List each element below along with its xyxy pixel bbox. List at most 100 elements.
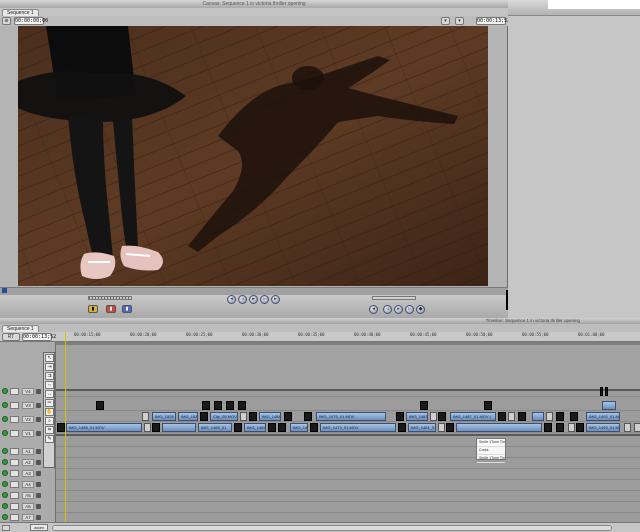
transition-marker[interactable] — [546, 412, 553, 421]
previous-edit-icon[interactable]: ◂ — [227, 295, 236, 304]
transition-marker[interactable] — [144, 423, 151, 432]
canvas-duration-timecode[interactable]: 00:00:00;00 — [14, 17, 48, 25]
lock-icon[interactable] — [36, 515, 41, 520]
clip-thumbnail[interactable] — [518, 412, 526, 421]
source-patch[interactable] — [10, 388, 19, 395]
lane-v2[interactable]: IMG_1526 IMG_1532 Clip_05.MOV IMG_1488 I… — [56, 411, 640, 422]
timeline-clip[interactable]: IMG_1487_01.MOV ( — [450, 412, 496, 421]
hand-tool-icon[interactable]: ✋ — [45, 408, 54, 416]
edit-select-tool-icon[interactable]: ⇥ — [45, 363, 54, 371]
timeline-playhead[interactable] — [65, 332, 66, 522]
lane-v1[interactable]: IMG_1468_01.MOV IMG_1465_01 IMG_1469 IMG… — [56, 422, 640, 433]
transition-marker[interactable] — [624, 423, 631, 432]
popup-item[interactable]: Smith 1Tone Thr. — [477, 439, 505, 447]
transition-marker[interactable] — [430, 412, 437, 421]
timeline-clip[interactable]: IMG_1481_01 — [408, 423, 436, 432]
lane-v3[interactable] — [56, 400, 640, 411]
lane-a6[interactable] — [56, 491, 640, 502]
lane-a5[interactable] — [56, 480, 640, 491]
timeline-clip[interactable]: IMG_1475_01.MOV — [316, 412, 386, 421]
clip-thumbnail[interactable] — [268, 423, 276, 432]
lock-icon[interactable] — [36, 460, 41, 465]
clip-thumbnail[interactable] — [556, 423, 564, 432]
canvas-playhead-icon[interactable] — [2, 288, 7, 293]
lane-a4[interactable] — [56, 469, 640, 480]
timeline-clip[interactable]: IMG_1469 — [244, 423, 266, 432]
canvas-video-frame[interactable] — [18, 26, 488, 286]
timeline-clip[interactable]: IMG_1465_01 — [198, 423, 232, 432]
canvas-view-icon[interactable]: ▾ — [441, 17, 450, 25]
transition-marker[interactable] — [568, 423, 575, 432]
track-visibility-icon[interactable] — [2, 430, 8, 436]
clip-thumbnail[interactable] — [310, 423, 318, 432]
play-icon[interactable]: ▸ — [249, 295, 258, 304]
track-audible-icon[interactable] — [2, 470, 8, 476]
lane-a3[interactable] — [56, 458, 640, 469]
canvas-current-timecode[interactable]: 00:00:13;52 — [476, 17, 510, 25]
timeline-clip[interactable]: Clip_05.MOV — [210, 412, 238, 421]
source-patch[interactable] — [10, 402, 19, 409]
clip-thumbnail[interactable] — [249, 412, 257, 421]
lane-a7[interactable] — [56, 502, 640, 513]
track-visibility-icon[interactable] — [2, 388, 8, 394]
lock-icon[interactable] — [36, 431, 41, 436]
clip-thumbnail[interactable] — [152, 423, 160, 432]
timeline-clip[interactable] — [532, 412, 544, 421]
lane-v4[interactable] — [56, 386, 640, 397]
transition-marker[interactable] — [634, 423, 640, 432]
clip-thumbnail[interactable] — [446, 423, 454, 432]
clip-thumbnail[interactable] — [278, 423, 286, 432]
clip-thumbnail[interactable] — [544, 423, 552, 432]
source-patch[interactable] — [10, 470, 19, 477]
timeline-clip[interactable]: IMG_1473_01.MOV — [320, 423, 396, 432]
popup-item[interactable]: Cross — [477, 447, 505, 455]
razor-icon[interactable]: ✂ — [45, 399, 54, 407]
timeline-clip[interactable]: IMG_1492_01.M — [586, 412, 620, 421]
transition-marker[interactable] — [240, 412, 247, 421]
lane-a1[interactable] — [56, 436, 640, 447]
popup-item[interactable]: Smith 1Tone Thr. — [477, 455, 505, 463]
timeline-current-timecode[interactable]: 00:00:13;52 — [22, 333, 56, 341]
timeline-clip[interactable]: IMG_1532 — [178, 412, 198, 421]
canvas-scrubber-bar[interactable] — [0, 287, 508, 295]
match-frame-icon[interactable]: ◂ — [369, 305, 378, 314]
clip-thumbnail[interactable] — [96, 401, 104, 410]
zoom-slider[interactable]: zoom — [30, 524, 48, 531]
timeline-empty-area[interactable] — [56, 345, 640, 389]
lock-icon[interactable] — [36, 389, 41, 394]
clip-thumbnail[interactable] — [304, 412, 312, 421]
mark-out-icon[interactable]: ▹ — [405, 305, 414, 314]
jog-control[interactable] — [372, 296, 416, 300]
transition-marker[interactable] — [438, 423, 445, 432]
next-edit-icon[interactable]: ▸ — [271, 295, 280, 304]
track-audible-icon[interactable] — [2, 492, 8, 498]
track-audible-icon[interactable] — [2, 503, 8, 509]
clip-thumbnail[interactable] — [498, 412, 506, 421]
clip-thumbnail[interactable] — [570, 412, 578, 421]
clip-thumbnail[interactable] — [226, 401, 234, 410]
rt-menu[interactable]: RT — [2, 333, 20, 341]
source-patch[interactable] — [10, 492, 19, 499]
clip-thumbnail[interactable] — [600, 387, 603, 396]
source-patch[interactable] — [10, 416, 19, 423]
clip-thumbnail[interactable] — [438, 412, 446, 421]
transition-marker[interactable] — [142, 412, 149, 421]
source-patch[interactable] — [10, 430, 19, 437]
timeline-clip[interactable]: IMG_1468_01.MOV — [66, 423, 142, 432]
clip-thumbnail[interactable] — [605, 387, 608, 396]
shuttle-control[interactable] — [88, 296, 132, 300]
overwrite-edit-icon[interactable]: ▮ — [106, 305, 116, 313]
timeline-horizontal-scrollbar[interactable] — [52, 525, 612, 531]
track-audible-icon[interactable] — [2, 514, 8, 520]
crop-tool-icon[interactable]: ⌗ — [45, 426, 54, 434]
track-visibility-icon[interactable] — [2, 402, 8, 408]
play-in-out-icon[interactable]: ◃ — [238, 295, 247, 304]
replace-edit-icon[interactable]: ▮ — [122, 305, 132, 313]
clip-thumbnail[interactable] — [238, 401, 246, 410]
clip-thumbnail[interactable] — [420, 401, 428, 410]
timeline-sequence-tab[interactable]: Sequence 1 — [2, 325, 39, 332]
clip-thumbnail[interactable] — [284, 412, 292, 421]
canvas-overlay-icon[interactable]: ▾ — [455, 17, 464, 25]
canvas-title-bar[interactable]: Canvas: Sequence 1 in victoria thriller … — [0, 0, 508, 8]
clip-thumbnail[interactable] — [234, 423, 242, 432]
